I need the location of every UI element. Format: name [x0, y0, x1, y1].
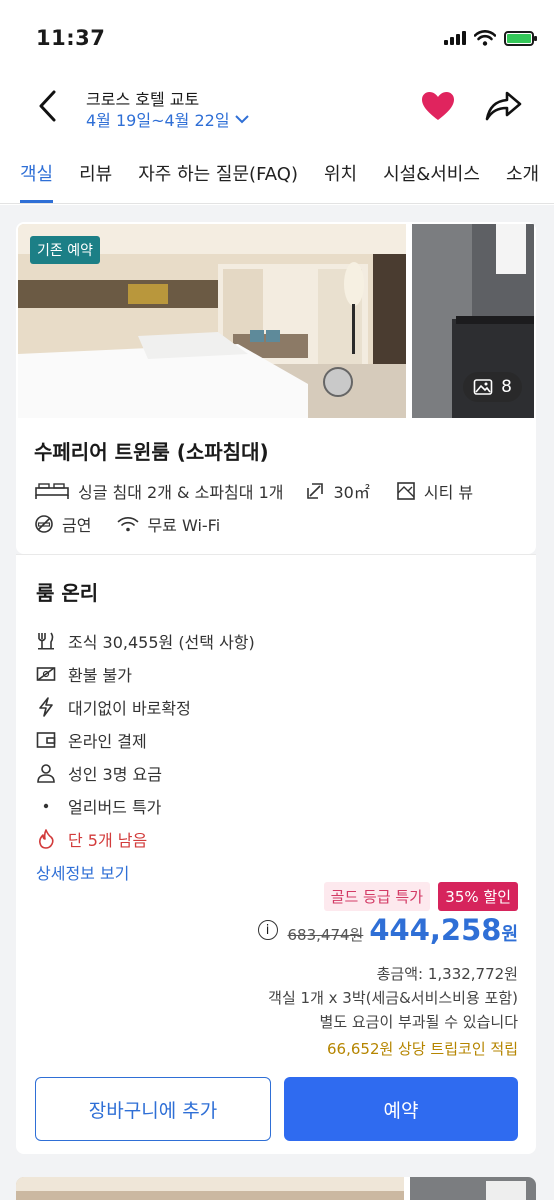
- photo-count-text: 8: [501, 377, 512, 397]
- add-to-cart-button[interactable]: 장바구니에 추가: [35, 1077, 271, 1141]
- room-list[interactable]: 기존 예약 8 수페리어 트윈룸 (소파침대) 싱글 침대 2개 & 소파침대 …: [0, 205, 554, 1200]
- view-details-link[interactable]: 상세정보 보기: [36, 860, 129, 884]
- battery-icon: [504, 30, 537, 46]
- existing-booking-badge: 기존 예약: [30, 236, 100, 264]
- back-arrow-icon[interactable]: [32, 86, 66, 126]
- room-size: 30㎡: [305, 479, 370, 503]
- feature-refund: 환불 불가: [36, 662, 132, 686]
- feature-breakfast: 조식 30,455원 (선택 사항): [36, 629, 255, 653]
- wifi-icon: [474, 30, 496, 46]
- price-row: i 683,474원 444,258원: [257, 913, 518, 947]
- tab-rooms[interactable]: 객실: [20, 148, 54, 203]
- feature-guests: 성인 3명 요금: [36, 761, 162, 785]
- total-price: 총금액: 1,332,772원: [376, 965, 518, 983]
- room-photo-main[interactable]: 기존 예약: [18, 224, 406, 418]
- room-size-text: 30㎡: [333, 483, 370, 502]
- feature-instant-confirm-text: 대기없이 바로확정: [68, 699, 191, 718]
- photo-count-badge[interactable]: 8: [463, 372, 522, 402]
- rate-title: 룸 온리: [36, 581, 99, 605]
- wifi-info: 무료 Wi-Fi: [117, 512, 220, 536]
- feature-early-bird: 얼리버드 특가: [36, 794, 161, 818]
- room-view-text: 시티 뷰: [423, 483, 474, 502]
- feature-online-payment: 온라인 결제: [36, 728, 147, 752]
- rate-card: 룸 온리 조식 30,455원 (선택 사항) 환불 불가 대기없이 바로확정: [16, 554, 536, 1154]
- date-range-text: 4월 19일~4월 22일: [86, 111, 230, 130]
- smoking-policy: 금연: [34, 512, 91, 536]
- room-amenities-row-2: 금연 무료 Wi-Fi: [34, 512, 220, 536]
- wifi-amenity-icon: [118, 517, 139, 532]
- info-icon[interactable]: i: [257, 920, 278, 940]
- status-time: 11:37: [36, 26, 106, 50]
- room-view: 시티 뷰: [396, 479, 473, 503]
- discount-tag: 35% 할인: [438, 882, 518, 911]
- tab-facilities[interactable]: 시설&서비스: [383, 148, 480, 203]
- room-title: 수페리어 트윈룸 (소파침대): [34, 440, 269, 464]
- lightning-icon: [39, 697, 53, 717]
- cutlery-icon: [38, 632, 54, 650]
- person-icon: [37, 764, 55, 783]
- feature-breakfast-text: 조식 30,455원 (선택 사항): [68, 633, 255, 652]
- window-view-icon: [397, 482, 415, 500]
- heart-icon[interactable]: [420, 90, 456, 122]
- price-breakdown: 객실 1개 x 3박(세금&서비스비용 포함): [268, 989, 518, 1007]
- header: 크로스 호텔 교토 4월 19일~4월 22일: [0, 70, 554, 142]
- tab-reviews[interactable]: 리뷰: [79, 148, 112, 203]
- feature-online-payment-text: 온라인 결제: [68, 732, 147, 751]
- chevron-down-icon: [234, 115, 249, 124]
- room-size-icon: [307, 483, 324, 499]
- next-room-photo: [16, 1177, 536, 1200]
- dot-icon: [43, 803, 49, 809]
- signal-icon: [444, 31, 466, 45]
- fire-icon: [39, 829, 54, 849]
- tab-intro[interactable]: 소개: [506, 148, 539, 203]
- bed-text: 싱글 침대 2개 & 소파침대 1개: [78, 483, 284, 502]
- tab-faq[interactable]: 자주 하는 질문(FAQ): [138, 148, 298, 203]
- original-price: 683,474원: [287, 926, 364, 944]
- date-range[interactable]: 4월 19일~4월 22일: [86, 107, 250, 131]
- no-refund-icon: [36, 667, 56, 681]
- smoking-text: 금연: [62, 516, 92, 535]
- feature-early-bird-text: 얼리버드 특가: [68, 798, 162, 817]
- extra-fee-note: 별도 요금이 부과될 수 있습니다: [319, 1013, 518, 1031]
- room-amenities-row-1: 싱글 침대 2개 & 소파침대 1개 30㎡ 시티 뷰: [34, 479, 473, 503]
- status-bar: 11:37: [0, 0, 554, 62]
- room-photo-secondary[interactable]: 8: [412, 224, 534, 418]
- no-smoking-icon: [35, 515, 53, 533]
- room-card: 기존 예약 8 수페리어 트윈룸 (소파침대) 싱글 침대 2개 & 소파침대 …: [16, 222, 536, 554]
- tab-location[interactable]: 위치: [324, 148, 357, 203]
- tab-bar: 객실 리뷰 자주 하는 질문(FAQ) 위치 시설&서비스 소개: [0, 148, 554, 204]
- feature-refund-text: 환불 불가: [68, 666, 132, 685]
- gold-tier-tag: 골드 등급 특가: [323, 882, 430, 911]
- feature-guests-text: 성인 3명 요금: [68, 765, 162, 784]
- bed-info: 싱글 침대 2개 & 소파침대 1개: [34, 479, 283, 503]
- trip-coins-reward: 66,652원 상당 트립코인 적립: [327, 1040, 518, 1058]
- book-button[interactable]: 예약: [284, 1077, 518, 1141]
- next-room-card[interactable]: [16, 1177, 536, 1200]
- image-gallery-icon: [473, 379, 493, 395]
- wifi-text: 무료 Wi-Fi: [147, 516, 221, 535]
- feature-instant-confirm: 대기없이 바로확정: [36, 695, 191, 719]
- current-price-value: 444,258: [369, 913, 502, 947]
- feature-rooms-left: 단 5개 남음: [36, 827, 147, 851]
- feature-rooms-left-text: 단 5개 남음: [68, 831, 148, 850]
- wallet-icon: [36, 732, 56, 748]
- status-icons: [444, 30, 537, 46]
- current-price: 444,258원: [369, 913, 518, 947]
- bed-icon: [35, 483, 69, 499]
- currency-unit: 원: [501, 924, 518, 945]
- share-icon[interactable]: [484, 88, 524, 124]
